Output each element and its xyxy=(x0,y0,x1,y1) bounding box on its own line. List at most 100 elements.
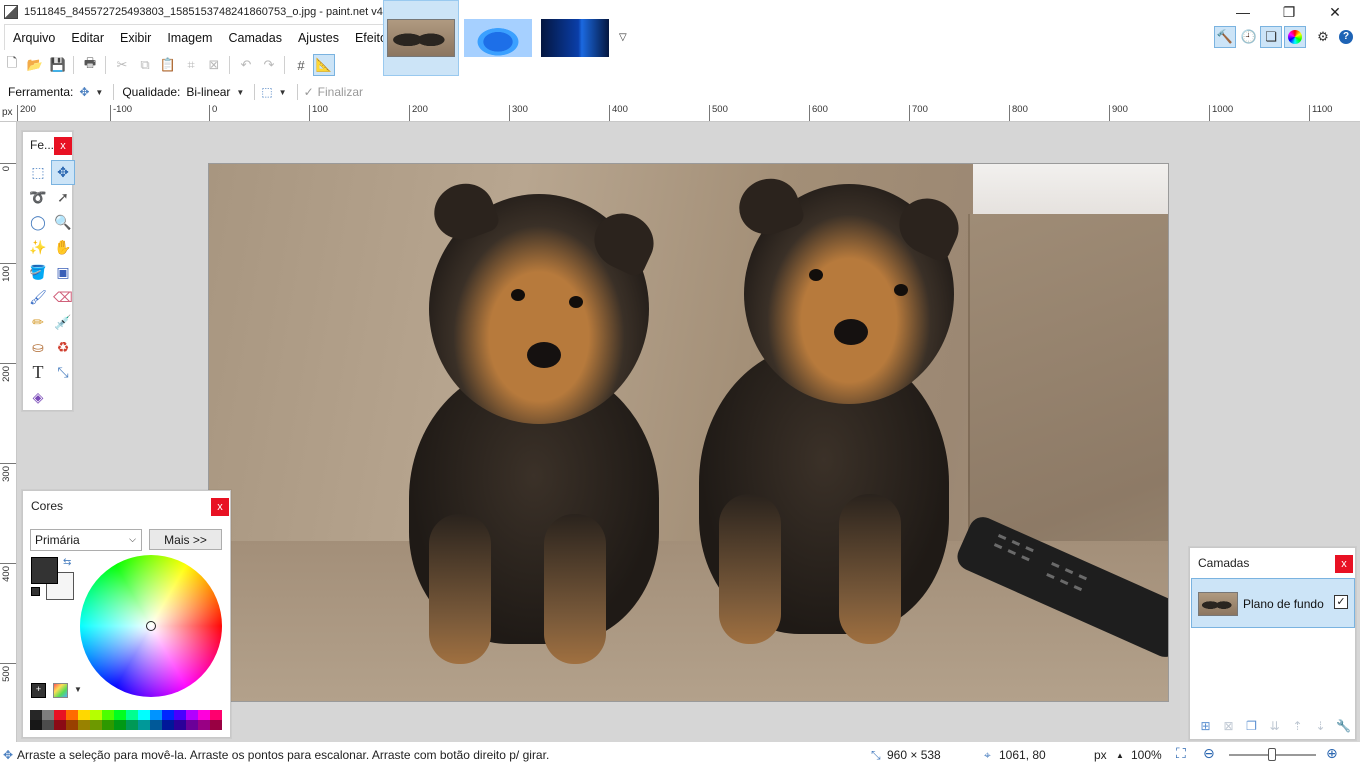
deselect-icon[interactable]: ⊠ xyxy=(203,54,225,76)
palette-swatch[interactable] xyxy=(210,720,222,730)
menu-imagem[interactable]: Imagem xyxy=(159,25,220,51)
palette-swatch[interactable] xyxy=(102,710,114,720)
history-icon[interactable]: 🕘 xyxy=(1238,26,1260,48)
move-layer-up-icon[interactable]: ⇡ xyxy=(1286,716,1309,736)
selection-mode-icon[interactable]: ⬚ xyxy=(261,85,272,99)
palette-swatch[interactable] xyxy=(186,720,198,730)
palette-swatch[interactable] xyxy=(78,720,90,730)
crop-to-selection-icon[interactable]: ⌗ xyxy=(180,54,202,76)
palette-swatch[interactable] xyxy=(138,710,150,720)
image-canvas[interactable] xyxy=(208,163,1169,702)
rectangle-select-tool-icon[interactable]: ⬚ xyxy=(26,160,50,185)
palette-swatch[interactable] xyxy=(114,710,126,720)
cut-icon[interactable]: ✂ xyxy=(111,54,133,76)
duplicate-layer-icon[interactable]: ❐ xyxy=(1240,716,1263,736)
image-tab-puppies[interactable] xyxy=(383,0,459,76)
redo-icon[interactable]: ↷ xyxy=(258,54,280,76)
palette-swatch[interactable] xyxy=(162,710,174,720)
zoom-out-icon[interactable]: ⊖ xyxy=(1203,745,1215,762)
palette-swatch[interactable] xyxy=(42,720,54,730)
gradient-tool-icon[interactable]: ▣ xyxy=(51,260,75,285)
palette-swatch[interactable] xyxy=(54,710,66,720)
palette-swatch[interactable] xyxy=(150,710,162,720)
more-colors-button[interactable]: Mais >> xyxy=(149,529,222,550)
print-icon[interactable]: 🖶 xyxy=(79,54,101,76)
ruler-icon[interactable]: 📐 xyxy=(313,54,335,76)
help-icon[interactable]: ? xyxy=(1335,26,1357,48)
zoom-in-icon[interactable]: ⊕ xyxy=(1326,745,1338,762)
menu-camadas[interactable]: Camadas xyxy=(220,25,290,51)
menu-exibir[interactable]: Exibir xyxy=(112,25,159,51)
pan-tool-icon[interactable]: ✋ xyxy=(51,235,75,260)
tabs-dropdown-icon[interactable]: ▽ xyxy=(619,32,627,43)
color-mode-select[interactable]: Primária ⌵ xyxy=(30,529,142,551)
move-selection-tool-icon[interactable]: ✥ xyxy=(51,160,75,185)
palette-swatch[interactable] xyxy=(30,710,42,720)
palette-swatch[interactable] xyxy=(210,710,222,720)
palette-swatch[interactable] xyxy=(54,720,66,730)
palette-swatch[interactable] xyxy=(174,720,186,730)
close-tools-panel-icon[interactable]: x xyxy=(54,137,72,155)
palette-swatch[interactable] xyxy=(102,720,114,730)
palette-swatch[interactable] xyxy=(186,710,198,720)
palette-swatch[interactable] xyxy=(198,720,210,730)
unit-select[interactable]: px xyxy=(1094,748,1107,762)
quality-select[interactable]: Bi-linear xyxy=(186,85,230,99)
selection-mode-dropdown-icon[interactable]: ▼ xyxy=(279,88,287,97)
magic-wand-tool-icon[interactable]: ✨ xyxy=(26,235,50,260)
line-curve-tool-icon[interactable]: ⤡ xyxy=(51,360,75,385)
colors-window-icon[interactable] xyxy=(1284,26,1306,48)
new-file-icon[interactable]: 🗋 xyxy=(1,54,23,76)
layers-window-icon[interactable]: ❏ xyxy=(1260,26,1282,48)
palette-swatch[interactable] xyxy=(162,720,174,730)
image-tab-windows-11[interactable] xyxy=(460,0,536,76)
copy-icon[interactable]: ⧉ xyxy=(134,54,156,76)
layer-visibility-checkbox[interactable]: ✓ xyxy=(1334,595,1348,609)
layer-row[interactable]: Plano de fundo ✓ xyxy=(1191,578,1355,628)
recolor-tool-icon[interactable]: ♻ xyxy=(51,335,75,360)
reset-colors-icon[interactable] xyxy=(31,587,40,596)
color-wheel-cursor[interactable] xyxy=(146,621,156,631)
palette-swatch[interactable] xyxy=(90,710,102,720)
quality-dropdown-icon[interactable]: ▼ xyxy=(236,88,244,97)
menu-editar[interactable]: Editar xyxy=(63,25,112,51)
finish-button[interactable]: Finalizar xyxy=(318,85,363,99)
delete-layer-icon[interactable]: ⊠ xyxy=(1217,716,1240,736)
color-wheel[interactable] xyxy=(80,555,222,697)
eraser-tool-icon[interactable]: ⌫ xyxy=(51,285,75,310)
text-tool-icon[interactable]: T xyxy=(26,360,50,385)
unit-dropdown-icon[interactable]: ▲ xyxy=(1116,751,1124,760)
open-file-icon[interactable]: 📂 xyxy=(24,54,46,76)
palette-swatch[interactable] xyxy=(66,720,78,730)
undo-icon[interactable]: ↶ xyxy=(235,54,257,76)
paste-icon[interactable]: 📋 xyxy=(157,54,179,76)
add-layer-icon[interactable]: ⊞ xyxy=(1194,716,1217,736)
palette-menu-icon[interactable] xyxy=(53,683,68,698)
palette-swatch[interactable] xyxy=(42,710,54,720)
primary-color-swatch[interactable] xyxy=(31,557,58,584)
close-layers-panel-icon[interactable]: x xyxy=(1335,555,1353,573)
add-color-to-palette-icon[interactable]: + xyxy=(31,683,46,698)
palette-swatch[interactable] xyxy=(114,720,126,730)
palette-swatch[interactable] xyxy=(174,710,186,720)
move-selected-tool-icon[interactable]: ➚ xyxy=(51,185,75,210)
color-picker-tool-icon[interactable]: 💉 xyxy=(51,310,75,335)
tool-dropdown-icon[interactable]: ▼ xyxy=(95,88,103,97)
palette-swatch[interactable] xyxy=(90,720,102,730)
palette-dropdown-icon[interactable]: ▼ xyxy=(74,685,82,694)
minimize-button[interactable]: — xyxy=(1220,0,1266,24)
move-selection-tool-icon[interactable]: ✥ xyxy=(79,85,89,99)
layer-properties-icon[interactable]: 🔧 xyxy=(1332,716,1355,736)
tools-window-icon[interactable]: 🔨 xyxy=(1214,26,1236,48)
palette-swatch[interactable] xyxy=(126,720,138,730)
save-icon[interactable]: 💾 xyxy=(47,54,69,76)
paint-bucket-tool-icon[interactable]: 🪣 xyxy=(26,260,50,285)
grid-icon[interactable]: # xyxy=(290,54,312,76)
zoom-slider-thumb[interactable] xyxy=(1268,748,1276,761)
palette-swatch[interactable] xyxy=(30,720,42,730)
menu-arquivo[interactable]: Arquivo xyxy=(5,25,63,51)
palette-swatch[interactable] xyxy=(66,710,78,720)
menu-ajustes[interactable]: Ajustes xyxy=(290,25,347,51)
zoom-tool-icon[interactable]: 🔍 xyxy=(51,210,75,235)
zoom-to-window-icon[interactable]: ⛶ xyxy=(1176,745,1186,762)
